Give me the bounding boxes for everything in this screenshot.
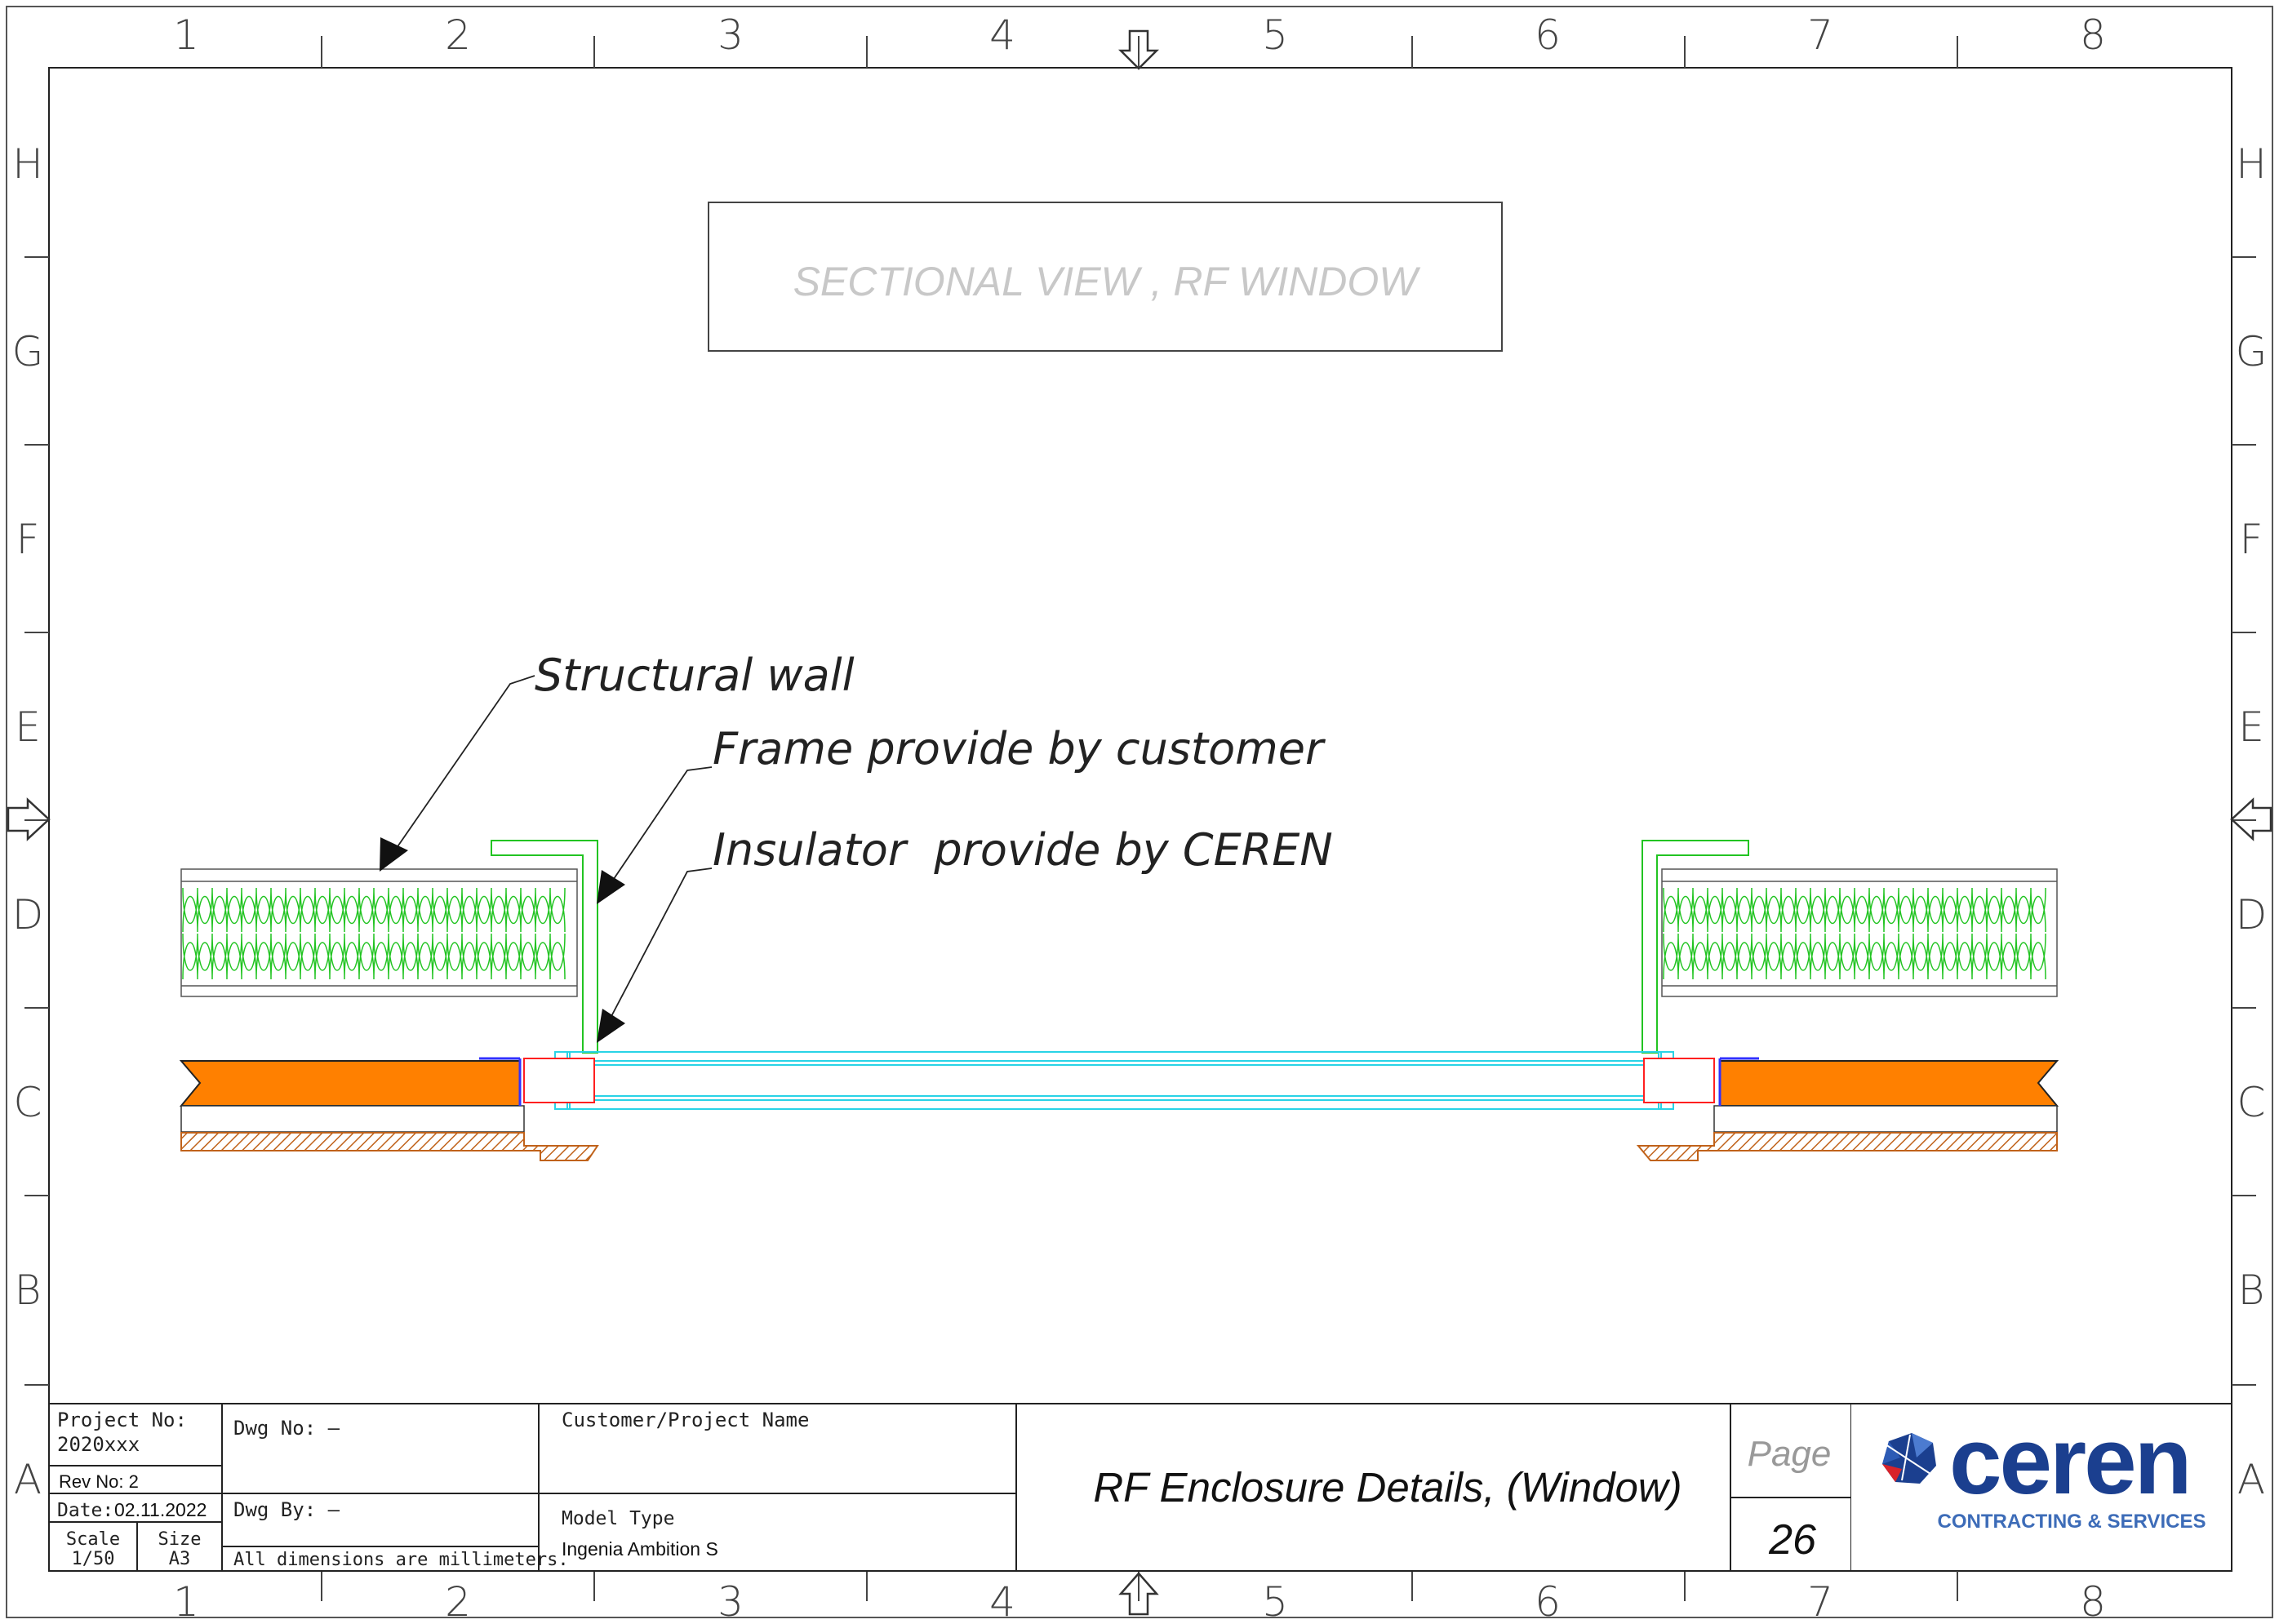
grid-col-label-1: 1 — [173, 1578, 199, 1624]
page-label: Page — [1748, 1434, 1832, 1474]
right-orange-panel — [1719, 1060, 2059, 1107]
grid-row-label-E: E — [2238, 703, 2264, 751]
callout-insulator: Insulator provide by CEREN — [713, 824, 1333, 876]
size-value: A3 — [169, 1549, 191, 1569]
hatched-sills — [180, 1132, 2058, 1161]
callout-structural-wall: Structural wall — [535, 650, 855, 701]
logo-wordmark: ceren — [1949, 1408, 2190, 1514]
grid-row-label-H: H — [2236, 140, 2267, 188]
grid-col-label-6: 6 — [1535, 11, 1561, 59]
grid-col-label-3: 3 — [717, 11, 744, 59]
grid-col-label-1: 1 — [173, 11, 199, 59]
grid-row-label-G: G — [12, 328, 44, 375]
grid-row-label-C: C — [14, 1079, 42, 1126]
grid-col-label-3: 3 — [717, 1578, 744, 1624]
grid-col-label-7: 7 — [1807, 1578, 1833, 1624]
grid-row-label-H: H — [12, 140, 43, 188]
grid-labels: 1 1 2 2 3 3 4 4 5 5 6 6 7 7 8 8 H H G G F F E E D D C C B B A A — [12, 11, 2268, 1624]
right-insulator — [1643, 1058, 1715, 1103]
scale-value: 1/50 — [72, 1549, 115, 1569]
left-insulator — [523, 1058, 595, 1103]
grid-col-label-4: 4 — [989, 11, 1015, 59]
grid-col-label-8: 8 — [2080, 1578, 2106, 1624]
page-number: 26 — [1768, 1516, 1816, 1564]
scale-label: Scale — [66, 1529, 120, 1550]
logo-tagline: CONTRACTING & SERVICES — [1938, 1511, 2206, 1533]
rev-no: Rev No: 2 — [59, 1471, 139, 1492]
grid-row-label-F: F — [2240, 516, 2263, 563]
date-label: Date: — [57, 1500, 113, 1521]
outer-border — [6, 6, 2273, 1618]
grid-col-label-7: 7 — [1807, 11, 1833, 59]
grid-col-label-6: 6 — [1535, 1578, 1561, 1624]
grid-col-label-2: 2 — [445, 1578, 471, 1624]
grid-row-label-D: D — [12, 891, 44, 938]
dimensions-note: All dimensions are millimeters. — [233, 1550, 569, 1570]
model-type-label: Model Type — [562, 1508, 674, 1529]
view-title: SECTIONAL VIEW , RF WINDOW — [793, 259, 1422, 304]
drawing-sheet: 1 1 2 2 3 3 4 4 5 5 6 6 7 7 8 8 H H G G F F E E D D C C B B A A SECTION… — [6, 6, 2273, 1624]
right-wall-section — [1661, 868, 2058, 997]
grid-row-label-G: G — [2236, 328, 2268, 375]
date: 02.11.2022 — [114, 1499, 207, 1520]
grid-row-label-B: B — [15, 1267, 42, 1314]
callout-frame: Frame provide by customer — [713, 723, 1326, 774]
customer-label: Customer/Project Name — [562, 1409, 809, 1431]
dwg-no: Dwg No: – — [233, 1417, 340, 1440]
grid-col-label-5: 5 — [1262, 11, 1288, 59]
glass-pane — [554, 1051, 1674, 1110]
ceren-logo: ceren CONTRACTING & SERVICES — [1851, 1404, 2231, 1570]
grid-col-label-8: 8 — [2080, 11, 2106, 59]
right-structural-wall — [1661, 868, 2058, 997]
grid-col-label-4: 4 — [989, 1578, 1015, 1624]
left-sill — [180, 1132, 599, 1161]
size-label: Size — [158, 1529, 202, 1550]
left-orange-panel — [179, 1060, 521, 1107]
grid-row-label-A: A — [14, 1456, 42, 1503]
dwg-by: Dwg By: – — [233, 1498, 340, 1521]
grid-row-label-B: B — [2238, 1267, 2265, 1314]
left-structural-wall — [180, 868, 578, 997]
grid-row-label-C: C — [2237, 1079, 2266, 1126]
view-title-box: SECTIONAL VIEW , RF WINDOW — [708, 202, 1503, 352]
grid-row-label-D: D — [2236, 891, 2268, 938]
model-type: Ingenia Ambition S — [562, 1538, 718, 1560]
grid-row-label-F: F — [16, 516, 40, 563]
project-no: 2020xxx — [57, 1433, 140, 1456]
left-wall-section — [180, 868, 578, 997]
grid-row-label-E: E — [15, 703, 41, 751]
grid-row-label-A: A — [2237, 1456, 2265, 1503]
grid-col-label-2: 2 — [445, 11, 471, 59]
right-sill — [1636, 1132, 2058, 1161]
project-no-label: Project No: — [57, 1409, 187, 1431]
drawing-title: RF Enclosure Details, (Window) — [1093, 1464, 1681, 1511]
grid-col-label-5: 5 — [1262, 1578, 1288, 1624]
